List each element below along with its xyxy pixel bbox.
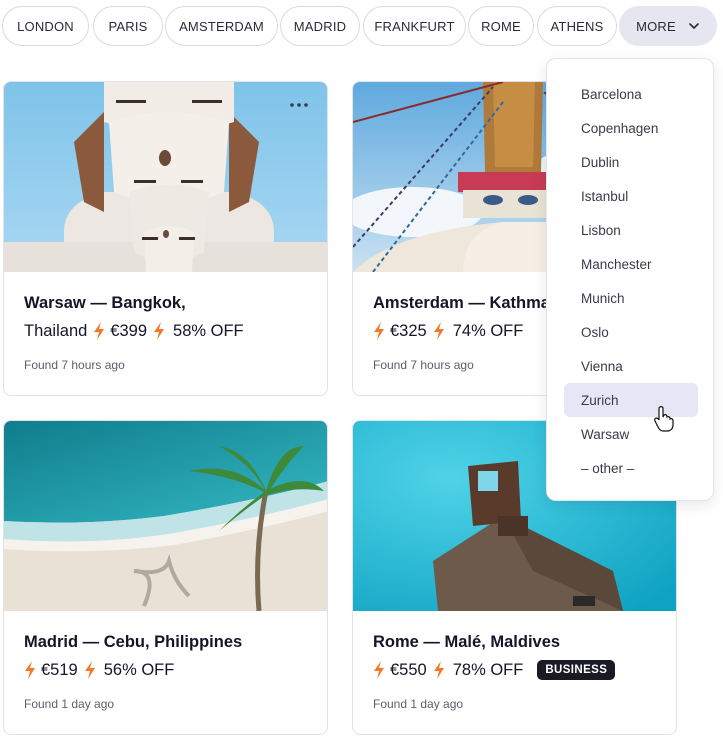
deal-found-time: Found 7 hours ago [373, 358, 474, 372]
chip-athens[interactable]: ATHENS [537, 6, 617, 46]
chip-label: ROME [481, 18, 521, 34]
dropdown-item-zurich[interactable]: Zurich [564, 383, 698, 417]
chip-rome[interactable]: ROME [468, 6, 534, 46]
chip-label: AMSTERDAM [179, 18, 264, 34]
dropdown-item-other[interactable]: – other – [564, 451, 698, 485]
dropdown-item-label: Vienna [581, 358, 623, 374]
hand-cursor-icon [654, 406, 674, 432]
dropdown-item-label: – other – [581, 460, 635, 476]
more-cities-button[interactable]: MORE [619, 6, 717, 46]
deal-photo-beach [4, 421, 327, 611]
dropdown-item-label: Istanbul [581, 188, 629, 204]
more-dots-icon[interactable] [289, 100, 309, 110]
dropdown-item-label: Warsaw [581, 426, 630, 442]
deal-price: €550 [390, 660, 427, 679]
deal-price-line: €519 56% OFF [24, 658, 174, 682]
dropdown-item-label: Munich [581, 290, 625, 306]
dropdown-item-label: Copenhagen [581, 120, 659, 136]
more-cities-dropdown: Barcelona Copenhagen Dublin Istanbul Lis… [546, 58, 714, 501]
dropdown-item-oslo[interactable]: Oslo [564, 315, 698, 349]
dropdown-item-label: Zurich [581, 392, 619, 408]
chip-frankfurt[interactable]: FRANKFURT [363, 6, 466, 46]
chip-london[interactable]: LONDON [2, 6, 89, 46]
lightning-bolt-icon [154, 322, 165, 340]
chip-label: MADRID [293, 18, 347, 34]
deal-destination: Thailand [24, 321, 88, 340]
lightning-bolt-icon [374, 661, 384, 679]
lightning-bolt-icon [433, 322, 444, 340]
lightning-bolt-icon [25, 661, 35, 679]
deal-discount: 78% OFF [452, 660, 524, 679]
dropdown-item-dublin[interactable]: Dublin [564, 145, 698, 179]
more-label: MORE [636, 18, 676, 34]
deal-title: Rome — Malé, Maldives [373, 633, 561, 651]
dropdown-item-copenhagen[interactable]: Copenhagen [564, 111, 698, 145]
deal-card[interactable]: Warsaw — Bangkok, Thailand €399 58% OFF … [3, 81, 328, 396]
deal-price-line: €550 78% OFF BUSINESS [373, 658, 616, 682]
chip-amsterdam[interactable]: AMSTERDAM [165, 6, 278, 46]
deal-title: Madrid — Cebu, Philippines [24, 633, 243, 651]
deal-found-time: Found 7 hours ago [24, 358, 125, 372]
dropdown-item-manchester[interactable]: Manchester [564, 247, 698, 281]
deal-photo-buddha [4, 82, 327, 272]
deal-title: Warsaw — Bangkok, [24, 294, 186, 312]
deal-price-line: Thailand €399 58% OFF [24, 319, 244, 343]
dropdown-item-label: Lisbon [581, 222, 621, 238]
deal-card[interactable]: Madrid — Cebu, Philippines €519 56% OFF … [3, 420, 328, 735]
lightning-bolt-icon [374, 322, 384, 340]
chip-madrid[interactable]: MADRID [280, 6, 360, 46]
chip-label: PARIS [108, 18, 148, 34]
dropdown-item-label: Oslo [581, 324, 609, 340]
chip-label: ATHENS [550, 18, 604, 34]
lightning-bolt-icon [84, 661, 95, 679]
deal-price: €519 [41, 660, 78, 679]
dropdown-item-istanbul[interactable]: Istanbul [564, 179, 698, 213]
dropdown-item-warsaw[interactable]: Warsaw [564, 417, 698, 451]
deal-discount: 56% OFF [103, 660, 175, 679]
chip-label: LONDON [17, 18, 74, 34]
deal-price: €325 [390, 321, 427, 340]
dropdown-item-label: Dublin [581, 154, 620, 170]
deal-found-time: Found 1 day ago [24, 697, 115, 711]
deal-discount: 58% OFF [173, 321, 244, 340]
dropdown-item-label: Manchester [581, 256, 652, 272]
chip-paris[interactable]: PARIS [93, 6, 163, 46]
chevron-down-icon [689, 23, 699, 29]
dropdown-item-lisbon[interactable]: Lisbon [564, 213, 698, 247]
lightning-bolt-icon [433, 661, 444, 679]
deal-price: €399 [110, 321, 148, 340]
deal-found-time: Found 1 day ago [373, 697, 464, 711]
dropdown-item-label: Barcelona [581, 86, 642, 102]
deal-price-line: €325 74% OFF [373, 319, 523, 343]
dropdown-item-vienna[interactable]: Vienna [564, 349, 698, 383]
dropdown-item-munich[interactable]: Munich [564, 281, 698, 315]
lightning-bolt-icon [94, 322, 105, 340]
deal-discount: 74% OFF [452, 321, 524, 340]
dropdown-item-barcelona[interactable]: Barcelona [564, 77, 698, 111]
business-badge: BUSINESS [537, 660, 616, 680]
chip-label: FRANKFURT [374, 18, 455, 34]
